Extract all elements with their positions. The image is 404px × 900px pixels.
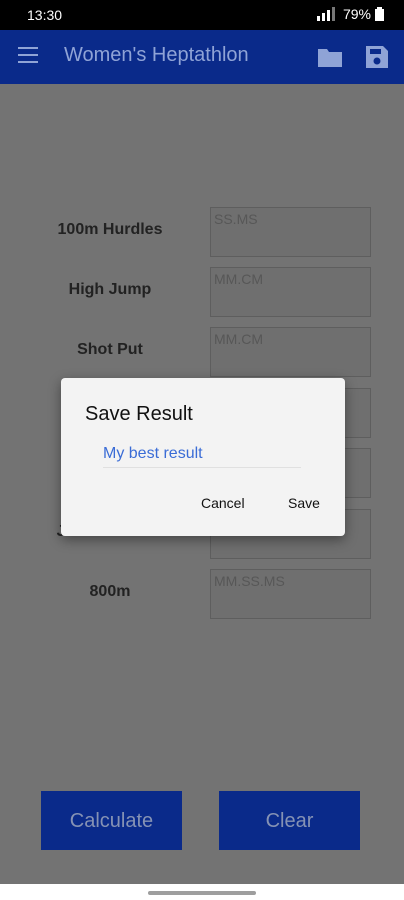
status-bar: 13:30 79% (0, 0, 404, 30)
battery-icon (375, 7, 384, 21)
cancel-button[interactable]: Cancel (201, 495, 245, 511)
result-name-input[interactable]: My best result (103, 445, 301, 468)
gesture-nav-bar (0, 884, 404, 900)
dialog-title: Save Result (85, 403, 193, 425)
status-icons: 79% (316, 6, 384, 22)
home-indicator[interactable] (148, 891, 256, 895)
save-button[interactable]: Save (288, 495, 320, 511)
battery-text: 79% (342, 6, 371, 22)
signal-icon (316, 7, 335, 21)
result-name-value: My best result (103, 445, 203, 462)
save-result-dialog: Save Result My best result Cancel Save (61, 378, 345, 536)
status-time: 13:30 (27, 7, 63, 23)
